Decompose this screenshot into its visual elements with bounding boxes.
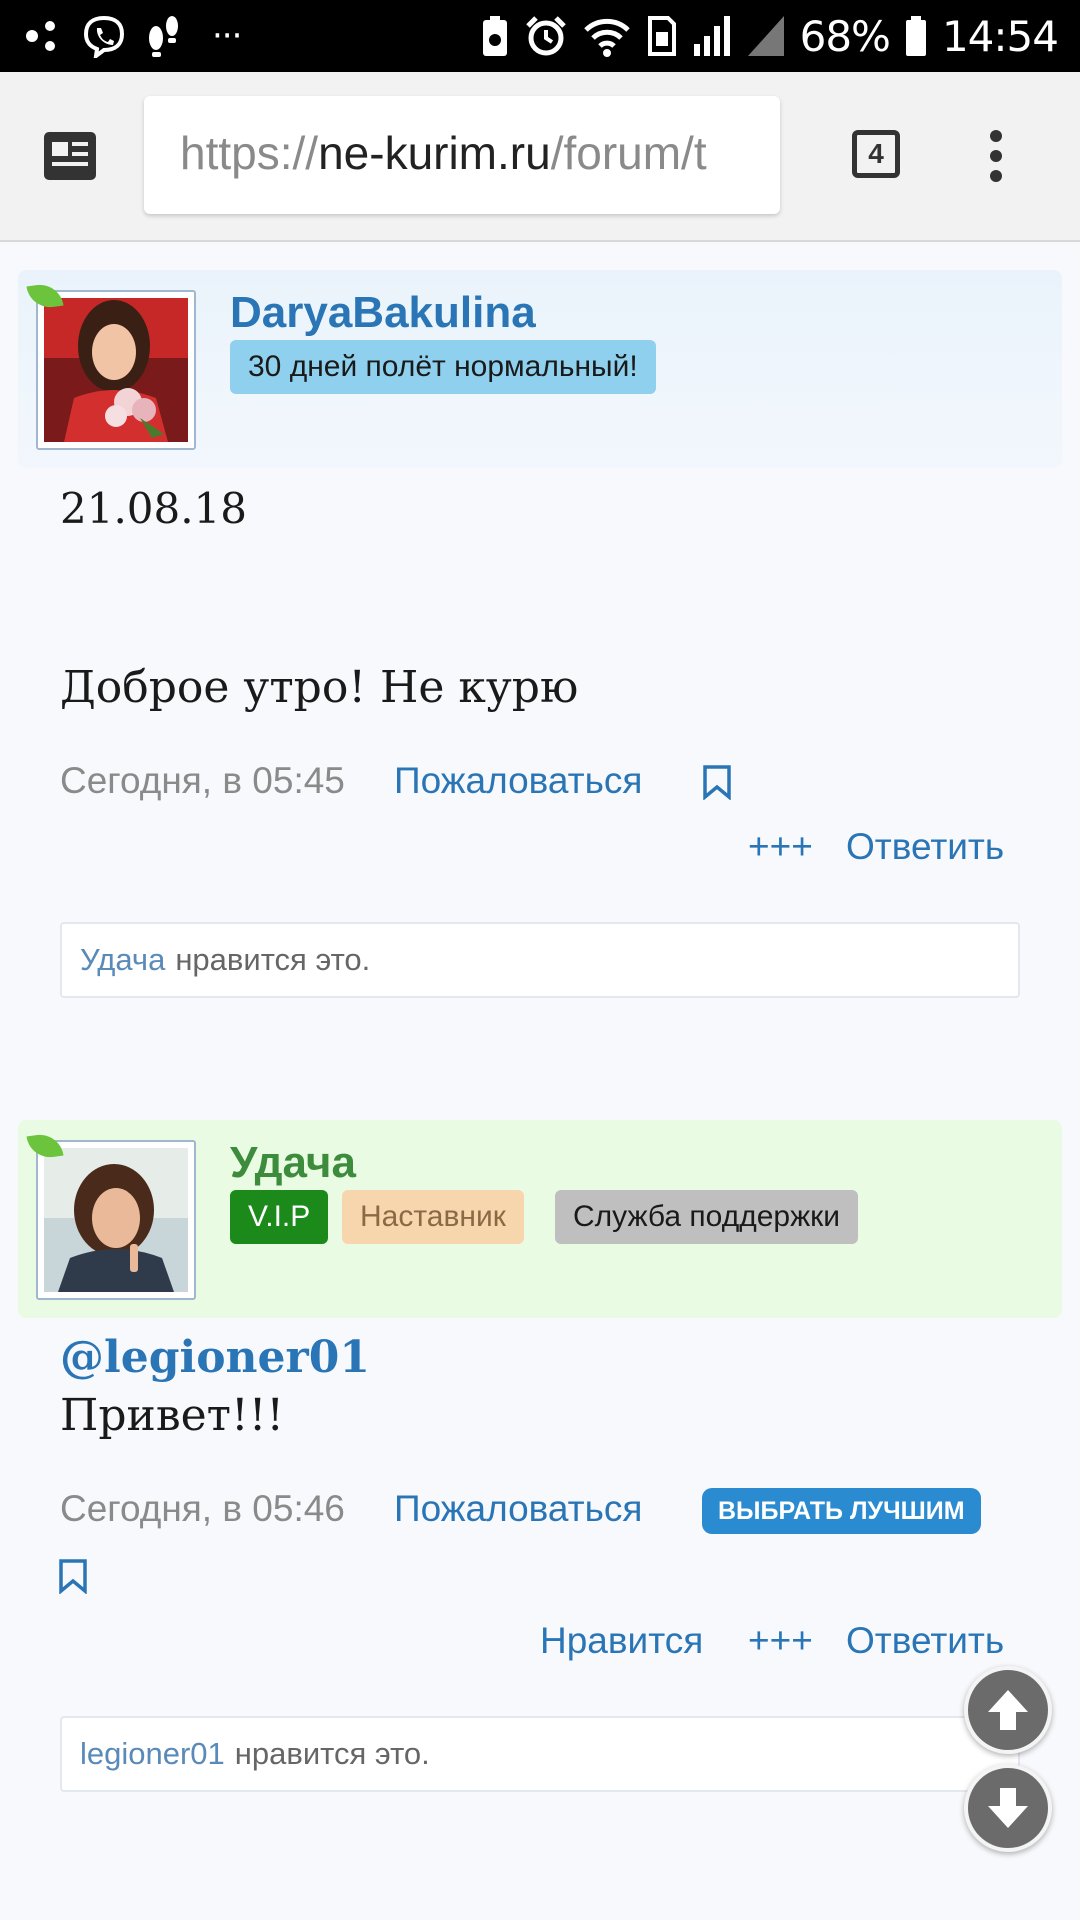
footsteps-icon [144,14,184,58]
battery-saver-icon [480,14,510,58]
more-notifications-text: ··· [212,16,242,56]
notification-dots-icon [24,16,64,56]
avatar[interactable] [36,290,196,450]
likes-text: нравится это. [175,942,371,977]
mentor-badge: Наставник [342,1190,524,1244]
reply-link[interactable]: Ответить [846,826,1004,868]
url-bar[interactable]: https://ne-kurim.ru/forum/t [144,96,780,214]
plus-link[interactable]: +++ [748,1620,813,1662]
report-link[interactable]: Пожаловаться [394,1488,642,1530]
reader-mode-button[interactable] [40,128,100,184]
user-title-badge: 30 дней полёт нормальный! [230,340,656,394]
status-bar: ··· 68% 14:54 [0,0,1080,72]
clock: 14:54 [941,11,1059,61]
url-text: https://ne-kurim.ru/forum/t [180,126,707,180]
reader-mode-icon [44,132,96,180]
alarm-icon [524,14,568,58]
avatar-photo [44,1148,188,1292]
scroll-up-button[interactable] [964,1666,1052,1754]
post-header: DaryaBakulina 30 дней полёт нормальный! [18,270,1062,468]
post-username[interactable]: DaryaBakulina [230,288,536,338]
reply-link[interactable]: Ответить [846,1620,1004,1662]
more-vert-icon [990,130,1002,182]
battery-percent: 68% [799,11,891,61]
tab-count: 4 [852,130,900,178]
url-host: ne-kurim.ru [318,127,551,179]
wifi-icon [582,14,632,58]
post-timestamp[interactable]: Сегодня, в 05:46 [60,1488,345,1530]
choose-best-button[interactable]: ВЫБРАТЬ ЛУЧШИМ [702,1488,981,1534]
vip-badge: V.I.P [230,1190,329,1244]
online-leaf-icon [26,281,64,311]
bookmark-icon[interactable] [702,764,732,805]
post-timestamp[interactable]: Сегодня, в 05:45 [60,760,345,802]
liker-name[interactable]: Удача [80,942,165,978]
url-scheme: https:// [180,127,319,179]
menu-button[interactable] [976,126,1016,186]
avatar[interactable] [36,1140,196,1300]
signal-2-icon [746,14,786,58]
post-body-line: 21.08.18 [60,484,248,533]
scroll-down-button[interactable] [964,1764,1052,1852]
avatar-photo [44,298,188,442]
like-link[interactable]: Нравится [540,1620,703,1662]
online-leaf-icon [26,1131,64,1161]
post-body-line: Привет!!! [60,1390,285,1441]
report-link[interactable]: Пожаловаться [394,760,642,802]
likes-summary: Удача нравится это. [60,922,1020,998]
tab-switcher-button[interactable]: 4 [848,126,904,182]
plus-link[interactable]: +++ [748,826,813,868]
sim-icon [646,14,678,58]
post-username[interactable]: Удача [230,1138,356,1188]
signal-1-icon [692,14,732,58]
url-path: /forum/t [550,127,707,179]
mention-link[interactable]: @legioner01 [60,1332,370,1383]
likes-text: нравится это. [234,1736,430,1771]
liker-name[interactable]: legioner01 [80,1736,225,1772]
viber-icon [82,14,126,58]
bookmark-icon[interactable] [58,1558,88,1599]
post-header: Удача V.I.P Наставник Служба поддержки [18,1120,1062,1318]
support-badge: Служба поддержки [555,1190,859,1244]
battery-icon [904,14,928,58]
browser-toolbar: https://ne-kurim.ru/forum/t 4 [0,72,1080,242]
likes-summary: legioner01 нравится это. [60,1716,1020,1792]
arrow-down-icon [988,1788,1028,1828]
post-body-line: Доброе утро! Не курю [60,662,579,713]
arrow-up-icon [988,1690,1028,1730]
